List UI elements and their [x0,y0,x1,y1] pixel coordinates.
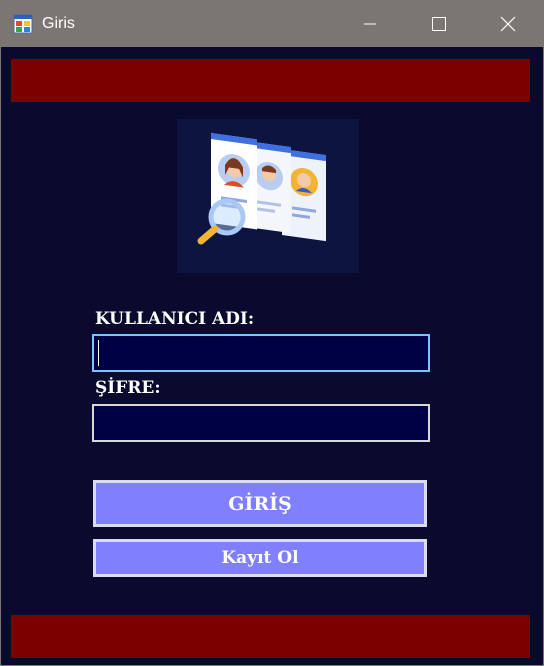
password-input[interactable] [92,404,430,442]
close-icon [500,16,516,32]
minimize-button[interactable] [335,1,405,47]
register-button[interactable]: Kayıt Ol [93,539,427,577]
username-label: KULLANICI ADI: [91,309,259,329]
minimize-icon [364,23,376,25]
top-banner [11,59,530,102]
app-window-icon [13,14,33,34]
password-label: ŞİFRE: [91,378,165,398]
login-button[interactable]: GİRİŞ [93,480,427,527]
text-caret [98,340,99,366]
username-input[interactable] [92,334,430,372]
title-bar: Giris [1,1,543,47]
login-window: Giris KULLANICI ADI: ŞİFRE: GİRİŞ Kayıt … [0,0,544,666]
window-title: Giris [42,15,75,32]
profile-cards-search-icon [197,133,326,245]
user-profiles-illustration [177,119,359,273]
bottom-banner [11,615,530,658]
maximize-button[interactable] [404,1,474,47]
close-button[interactable] [473,1,543,47]
maximize-icon [432,17,446,31]
